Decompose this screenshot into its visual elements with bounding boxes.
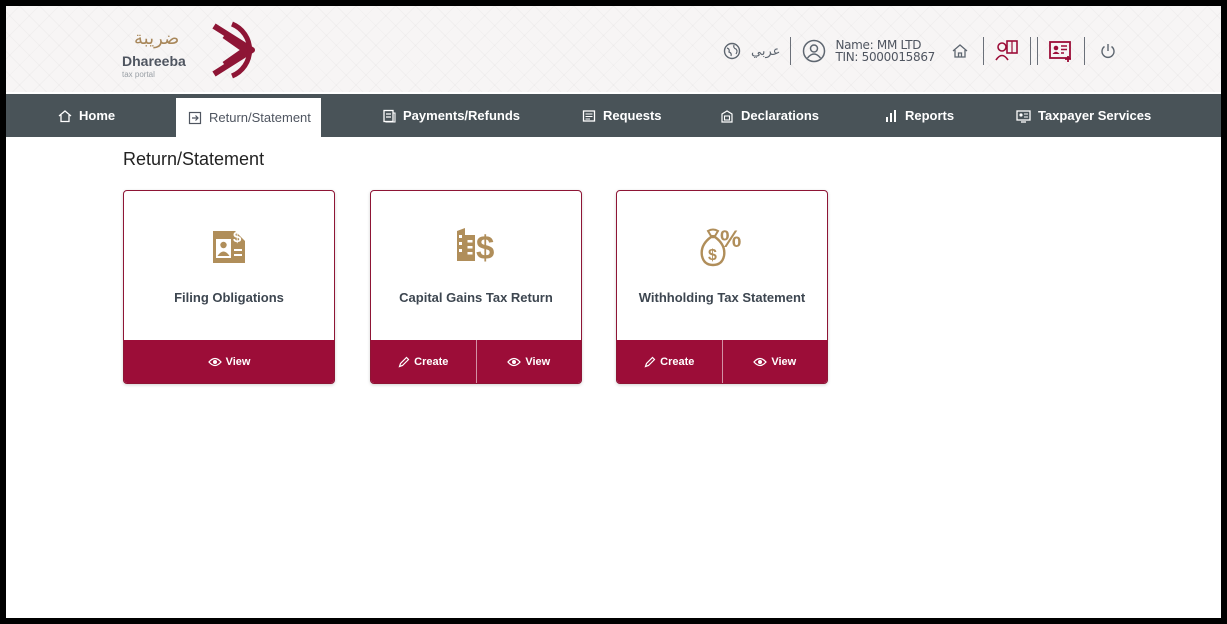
view-button[interactable]: View xyxy=(475,340,582,383)
card-withholding-tax-statement: $ % Withholding Tax Statement Create Vie… xyxy=(616,190,828,384)
header-divider xyxy=(1037,37,1038,65)
button-label: View xyxy=(771,355,797,368)
pencil-icon xyxy=(644,356,656,368)
svg-text:$: $ xyxy=(233,229,242,246)
page-title: Return/Statement xyxy=(123,149,265,169)
contact-card-icon[interactable] xyxy=(1048,38,1074,64)
user-info: Name: MM LTD TIN: 5000015867 xyxy=(835,39,935,63)
return-icon xyxy=(188,111,202,125)
home-icon xyxy=(58,109,72,123)
logo-arabic-text: ضريبة xyxy=(134,28,180,49)
button-label: Create xyxy=(660,355,695,368)
nav-label: Reports xyxy=(905,108,955,123)
globe-icon[interactable] xyxy=(719,38,745,64)
header-divider xyxy=(790,37,792,65)
header: ضريبة Dhareeba tax portal عربي Name: MM … xyxy=(6,6,1221,92)
logo-tagline: tax portal xyxy=(122,70,155,79)
card-actions: View xyxy=(124,340,334,383)
declarations-icon xyxy=(720,109,734,123)
header-toolbar: عربي Name: MM LTD TIN: 5000015867 xyxy=(719,34,1121,68)
home-icon[interactable] xyxy=(947,38,973,64)
nav-return-statement[interactable]: Return/Statement xyxy=(176,98,321,137)
nav-home[interactable]: Home xyxy=(58,94,115,137)
svg-text:%: % xyxy=(720,226,741,253)
view-button[interactable]: View xyxy=(124,340,334,383)
header-divider xyxy=(1084,37,1085,65)
button-label: View xyxy=(225,355,251,368)
nav-taxpayer-services[interactable]: Taxpayer Services xyxy=(1016,94,1151,137)
header-divider xyxy=(983,37,984,65)
filing-document-icon: $ xyxy=(124,225,334,265)
logo-chevron-icon xyxy=(212,21,255,79)
card-actions: Create View xyxy=(371,340,581,383)
svg-text:$: $ xyxy=(476,229,494,265)
nav-label: Home xyxy=(79,108,116,123)
building-dollar-icon: $ xyxy=(371,225,581,265)
payments-icon xyxy=(382,109,396,123)
user-tin: TIN: 5000015867 xyxy=(835,50,935,64)
card-capital-gains-tax-return: $ Capital Gains Tax Return Create View xyxy=(370,190,582,384)
nav-label: Declarations xyxy=(741,108,820,123)
reports-icon xyxy=(884,109,898,123)
nav-label: Requests xyxy=(603,108,662,123)
user-icon[interactable] xyxy=(801,38,827,64)
language-switch[interactable]: عربي xyxy=(751,44,780,59)
nav-requests[interactable]: Requests xyxy=(582,94,662,137)
card-actions: Create View xyxy=(617,340,827,383)
dhareeba-logo[interactable]: ضريبة Dhareeba tax portal xyxy=(116,16,276,82)
nav-label: Payments/Refunds xyxy=(403,108,521,123)
app-window: ضريبة Dhareeba tax portal عربي Name: MM … xyxy=(6,6,1221,618)
button-label: View xyxy=(525,355,551,368)
header-divider xyxy=(1030,37,1031,65)
taxpayer-services-icon xyxy=(1016,109,1031,123)
button-label: Create xyxy=(414,355,449,368)
nav-reports[interactable]: Reports xyxy=(884,94,954,137)
eye-icon xyxy=(507,357,522,367)
nav-label: Return/Statement xyxy=(209,110,311,125)
main-nav: Home Return/Statement Payments/Refunds R… xyxy=(6,94,1221,137)
eye-icon xyxy=(207,357,222,367)
view-button[interactable]: View xyxy=(721,340,828,383)
nav-declarations[interactable]: Declarations xyxy=(720,94,819,137)
nav-payments-refunds[interactable]: Payments/Refunds xyxy=(382,94,520,137)
card-title: Capital Gains Tax Return xyxy=(399,290,553,305)
money-bag-percent-icon: $ % xyxy=(617,225,827,267)
nav-label: Taxpayer Services xyxy=(1038,108,1152,123)
create-button[interactable]: Create xyxy=(371,340,476,383)
card-title: Withholding Tax Statement xyxy=(638,290,806,305)
logo-name: Dhareeba xyxy=(122,53,186,69)
user-book-icon[interactable] xyxy=(994,38,1020,64)
svg-text:$: $ xyxy=(708,247,717,264)
card-filing-obligations: $ Filing Obligations View xyxy=(123,190,335,384)
requests-icon xyxy=(582,109,596,123)
power-icon[interactable] xyxy=(1095,38,1121,64)
pencil-icon xyxy=(398,356,410,368)
eye-icon xyxy=(753,357,768,367)
create-button[interactable]: Create xyxy=(617,340,722,383)
card-title: Filing Obligations xyxy=(174,290,284,305)
